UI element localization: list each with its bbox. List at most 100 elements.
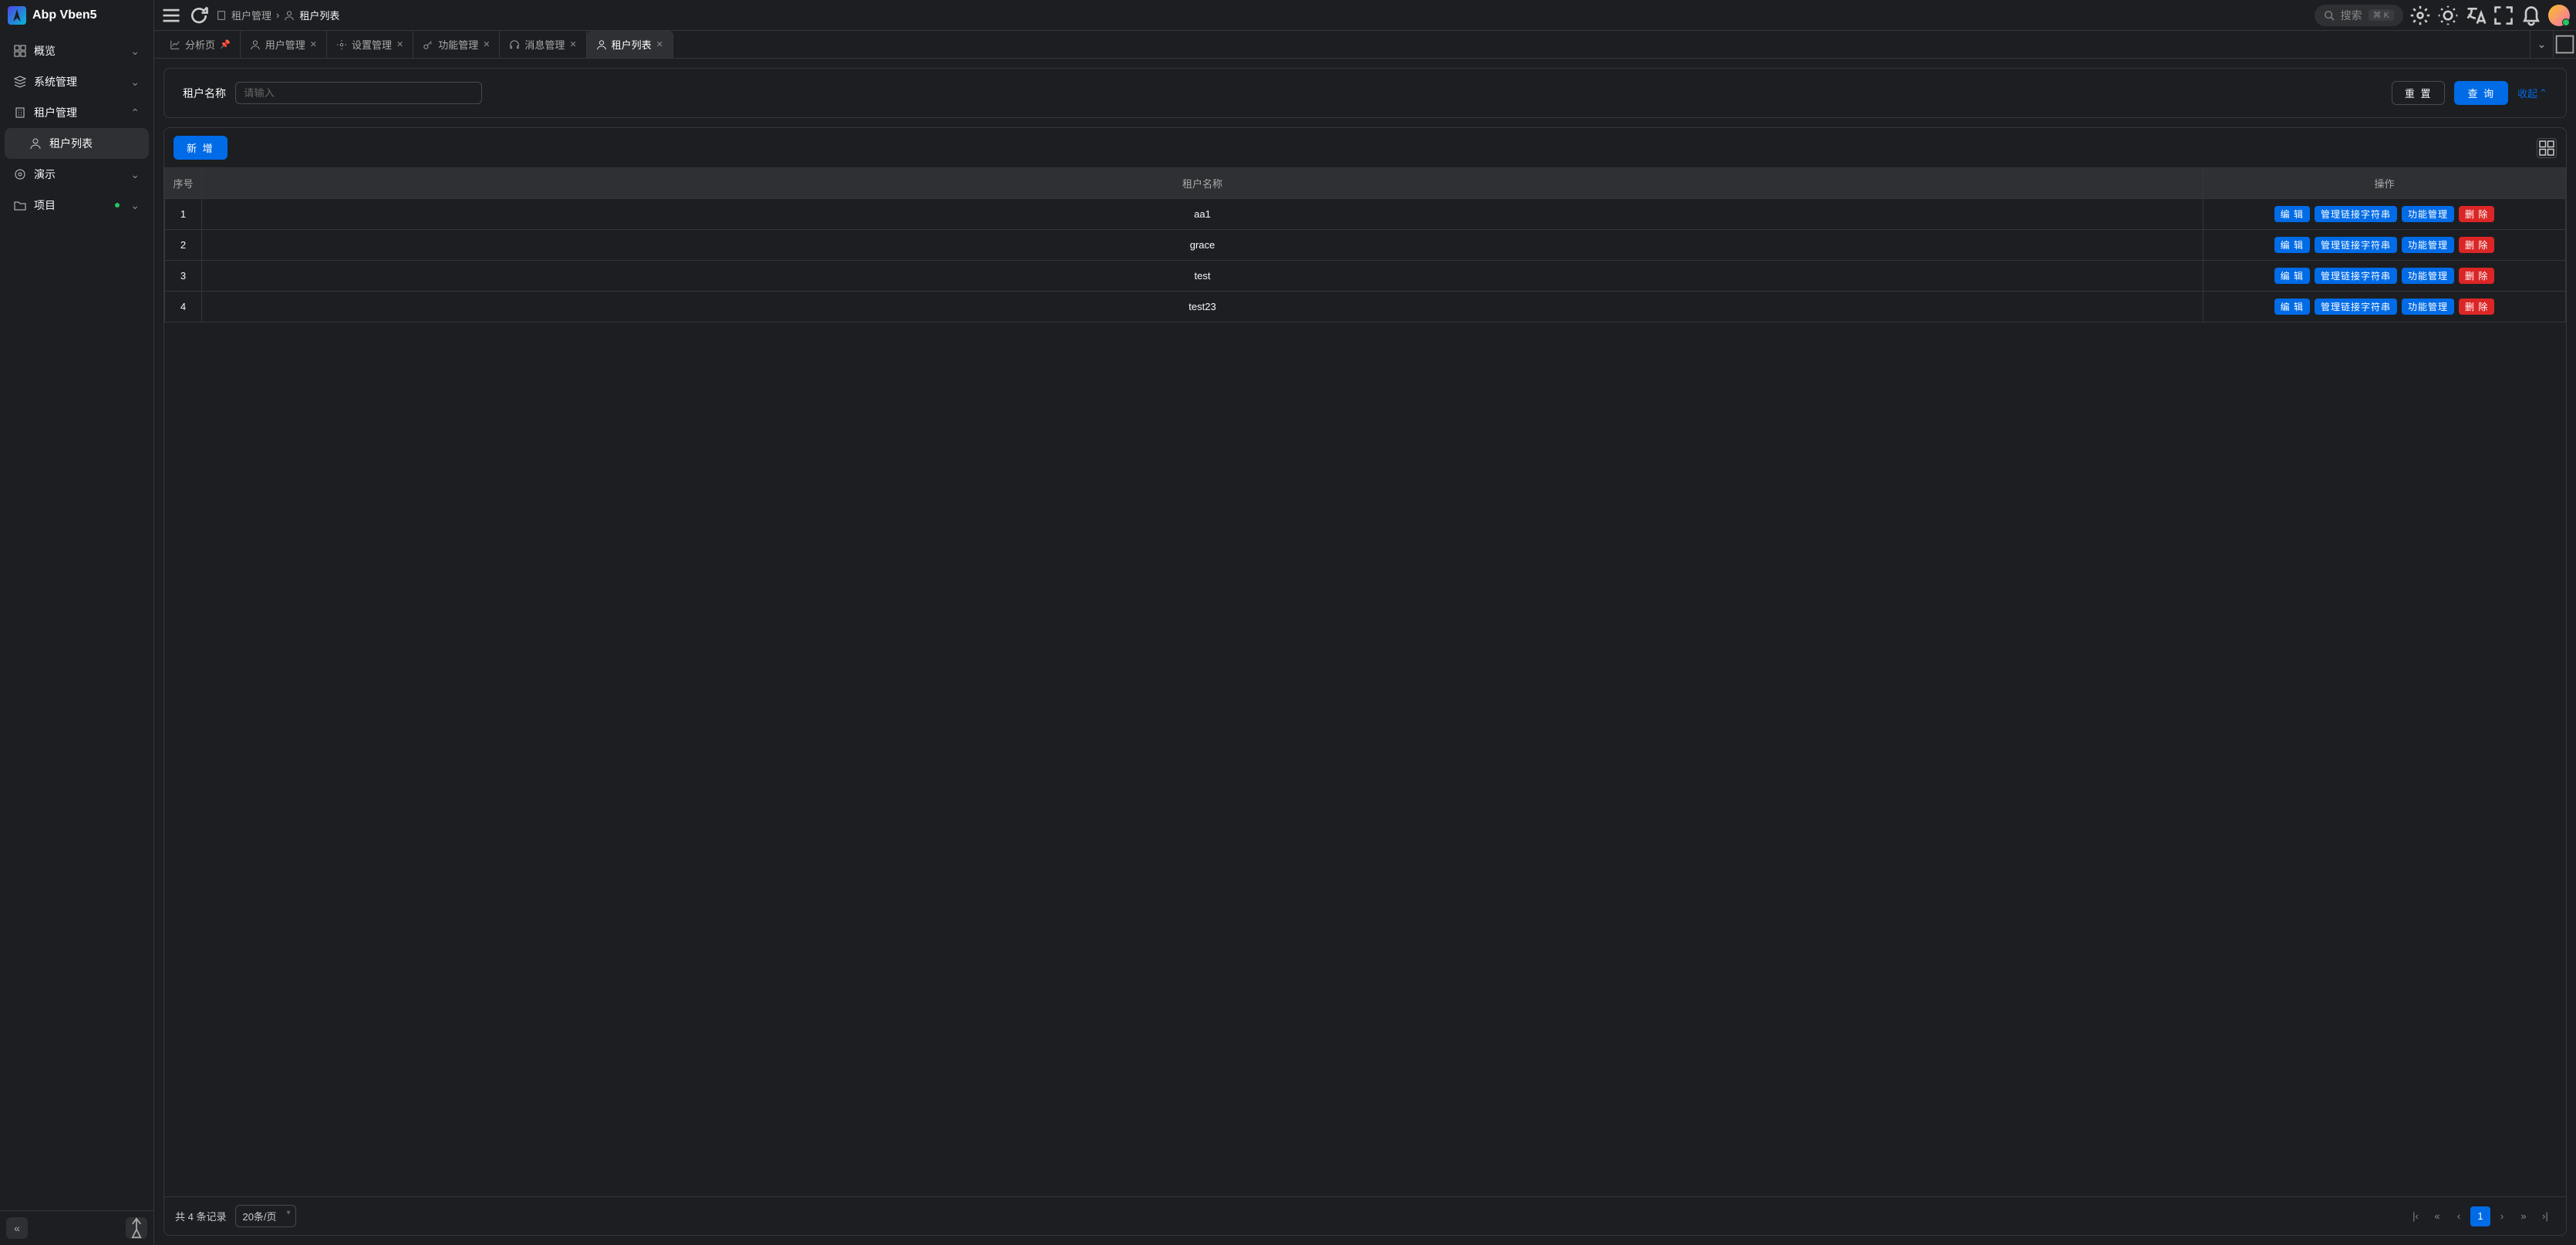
search-icon	[2324, 10, 2335, 21]
delete-button[interactable]: 删 除	[2459, 268, 2494, 284]
fullscreen-button[interactable]	[2493, 5, 2514, 26]
tabs-dropdown-button[interactable]: ⌄	[2530, 31, 2553, 58]
feat-button[interactable]: 功能管理	[2402, 268, 2454, 284]
tab-features[interactable]: 功能管理 ✕	[413, 31, 500, 58]
tabs-maximize-button[interactable]	[2553, 31, 2576, 58]
query-button[interactable]: 查 询	[2454, 81, 2508, 105]
tab-label: 用户管理	[265, 37, 305, 52]
table-row: 1 aa1 编 辑 管理链接字符串 功能管理 删 除	[165, 199, 2566, 230]
edit-button[interactable]: 编 辑	[2274, 237, 2310, 253]
sidebar-item-label: 演示	[34, 167, 56, 182]
pager: |‹ « ‹ 1 › » ›|	[2406, 1206, 2555, 1226]
cell-name: grace	[202, 230, 2203, 261]
tab-users[interactable]: 用户管理 ✕	[241, 31, 327, 58]
next-jump-button[interactable]: »	[2514, 1206, 2534, 1226]
tab-label: 功能管理	[438, 37, 478, 52]
first-page-button[interactable]: |‹	[2406, 1206, 2426, 1226]
tab-settings[interactable]: 设置管理 ✕	[327, 31, 413, 58]
search-kbd: ⌘ K	[2369, 9, 2394, 21]
sidebar-item-demo[interactable]: 演示 ⌄	[5, 159, 149, 190]
chevron-down-icon: ⌄	[130, 168, 140, 181]
reset-button[interactable]: 重 置	[2392, 81, 2446, 105]
layers-icon	[14, 76, 26, 88]
settings-button[interactable]	[2409, 5, 2431, 26]
sidebar-item-system[interactable]: 系统管理 ⌄	[5, 66, 149, 97]
delete-button[interactable]: 删 除	[2459, 206, 2494, 222]
prev-page-button[interactable]: ‹	[2449, 1206, 2469, 1226]
page-number[interactable]: 1	[2470, 1206, 2490, 1226]
cell-ops: 编 辑 管理链接字符串 功能管理 删 除	[2203, 292, 2566, 322]
theme-button[interactable]	[2437, 5, 2459, 26]
feat-button[interactable]: 功能管理	[2402, 237, 2454, 253]
refresh-button[interactable]	[188, 5, 210, 26]
tab-label: 消息管理	[524, 37, 565, 52]
feat-button[interactable]: 功能管理	[2402, 206, 2454, 222]
table-row: 2 grace 编 辑 管理链接字符串 功能管理 删 除	[165, 230, 2566, 261]
user-icon	[250, 39, 261, 50]
cell-ops: 编 辑 管理链接字符串 功能管理 删 除	[2203, 199, 2566, 230]
conn-button[interactable]: 管理链接字符串	[2315, 237, 2397, 253]
delete-button[interactable]: 删 除	[2459, 237, 2494, 253]
key-icon	[423, 39, 433, 50]
edit-button[interactable]: 编 辑	[2274, 206, 2310, 222]
tab-tenant-list[interactable]: 租户列表 ✕	[587, 31, 673, 58]
logo-text: Abp Vben5	[32, 8, 97, 22]
last-page-button[interactable]: ›|	[2535, 1206, 2555, 1226]
cell-ops: 编 辑 管理链接字符串 功能管理 删 除	[2203, 230, 2566, 261]
sidebar-item-label: 项目	[34, 197, 56, 213]
chevron-down-icon: ⌄	[130, 199, 140, 212]
sidebar-item-overview[interactable]: 概览 ⌄	[5, 35, 149, 66]
edit-button[interactable]: 编 辑	[2274, 299, 2310, 315]
close-icon[interactable]: ✕	[310, 39, 317, 49]
breadcrumb-parent[interactable]: 租户管理	[231, 8, 271, 22]
page-size-select[interactable]: 20条/页	[235, 1205, 295, 1227]
cell-idx: 3	[165, 261, 202, 292]
tab-messages[interactable]: 消息管理 ✕	[500, 31, 586, 58]
col-header-ops: 操作	[2203, 168, 2566, 199]
search-button[interactable]: 搜索 ⌘ K	[2315, 5, 2403, 26]
gear-icon	[336, 39, 347, 50]
close-icon[interactable]: ✕	[569, 39, 576, 49]
table-footer: 共 4 条记录 20条/页 |‹ « ‹ 1 › » ›|	[164, 1196, 2566, 1235]
pin-icon: 📌	[220, 39, 231, 49]
sidebar-footer: «	[0, 1210, 153, 1245]
table-row: 3 test 编 辑 管理链接字符串 功能管理 删 除	[165, 261, 2566, 292]
folder-icon	[14, 199, 26, 211]
sidebar-item-label: 系统管理	[34, 74, 77, 89]
tab-label: 分析页	[185, 37, 215, 52]
collapse-sidebar-button[interactable]: «	[6, 1217, 28, 1239]
conn-button[interactable]: 管理链接字符串	[2315, 299, 2397, 315]
conn-button[interactable]: 管理链接字符串	[2315, 268, 2397, 284]
next-page-button[interactable]: ›	[2492, 1206, 2512, 1226]
sidebar-item-label: 租户管理	[34, 105, 77, 120]
sidebar-item-project[interactable]: 项目 ⌄	[5, 190, 149, 221]
delete-button[interactable]: 删 除	[2459, 299, 2494, 315]
user-icon	[596, 39, 607, 50]
edit-button[interactable]: 编 辑	[2274, 268, 2310, 284]
building-icon	[14, 106, 26, 119]
chevron-up-icon: ⌃	[130, 106, 140, 120]
conn-button[interactable]: 管理链接字符串	[2315, 206, 2397, 222]
user-icon	[284, 10, 295, 21]
notifications-button[interactable]	[2520, 5, 2542, 26]
sidebar-item-tenant[interactable]: 租户管理 ⌃	[5, 97, 149, 128]
chevron-down-icon: ⌄	[130, 45, 140, 58]
tab-analytics[interactable]: 分析页 📌	[160, 31, 241, 58]
add-button[interactable]: 新 增	[174, 136, 228, 160]
table-settings-button[interactable]	[2537, 138, 2557, 158]
language-button[interactable]	[2465, 5, 2487, 26]
pin-button[interactable]	[126, 1217, 147, 1239]
prev-jump-button[interactable]: «	[2427, 1206, 2447, 1226]
chevron-right-icon: ›	[276, 9, 279, 21]
cell-ops: 编 辑 管理链接字符串 功能管理 删 除	[2203, 261, 2566, 292]
sidebar-item-tenant-list[interactable]: 租户列表	[5, 128, 149, 159]
feat-button[interactable]: 功能管理	[2402, 299, 2454, 315]
close-icon[interactable]: ✕	[656, 39, 663, 49]
close-icon[interactable]: ✕	[396, 39, 403, 49]
menu-toggle-button[interactable]	[160, 5, 182, 26]
close-icon[interactable]: ✕	[483, 39, 490, 49]
avatar[interactable]	[2548, 5, 2570, 26]
filter-name-input[interactable]	[235, 82, 482, 104]
collapse-filter-button[interactable]: 收起 ⌃	[2517, 86, 2547, 100]
logo[interactable]: Abp Vben5	[0, 0, 153, 31]
